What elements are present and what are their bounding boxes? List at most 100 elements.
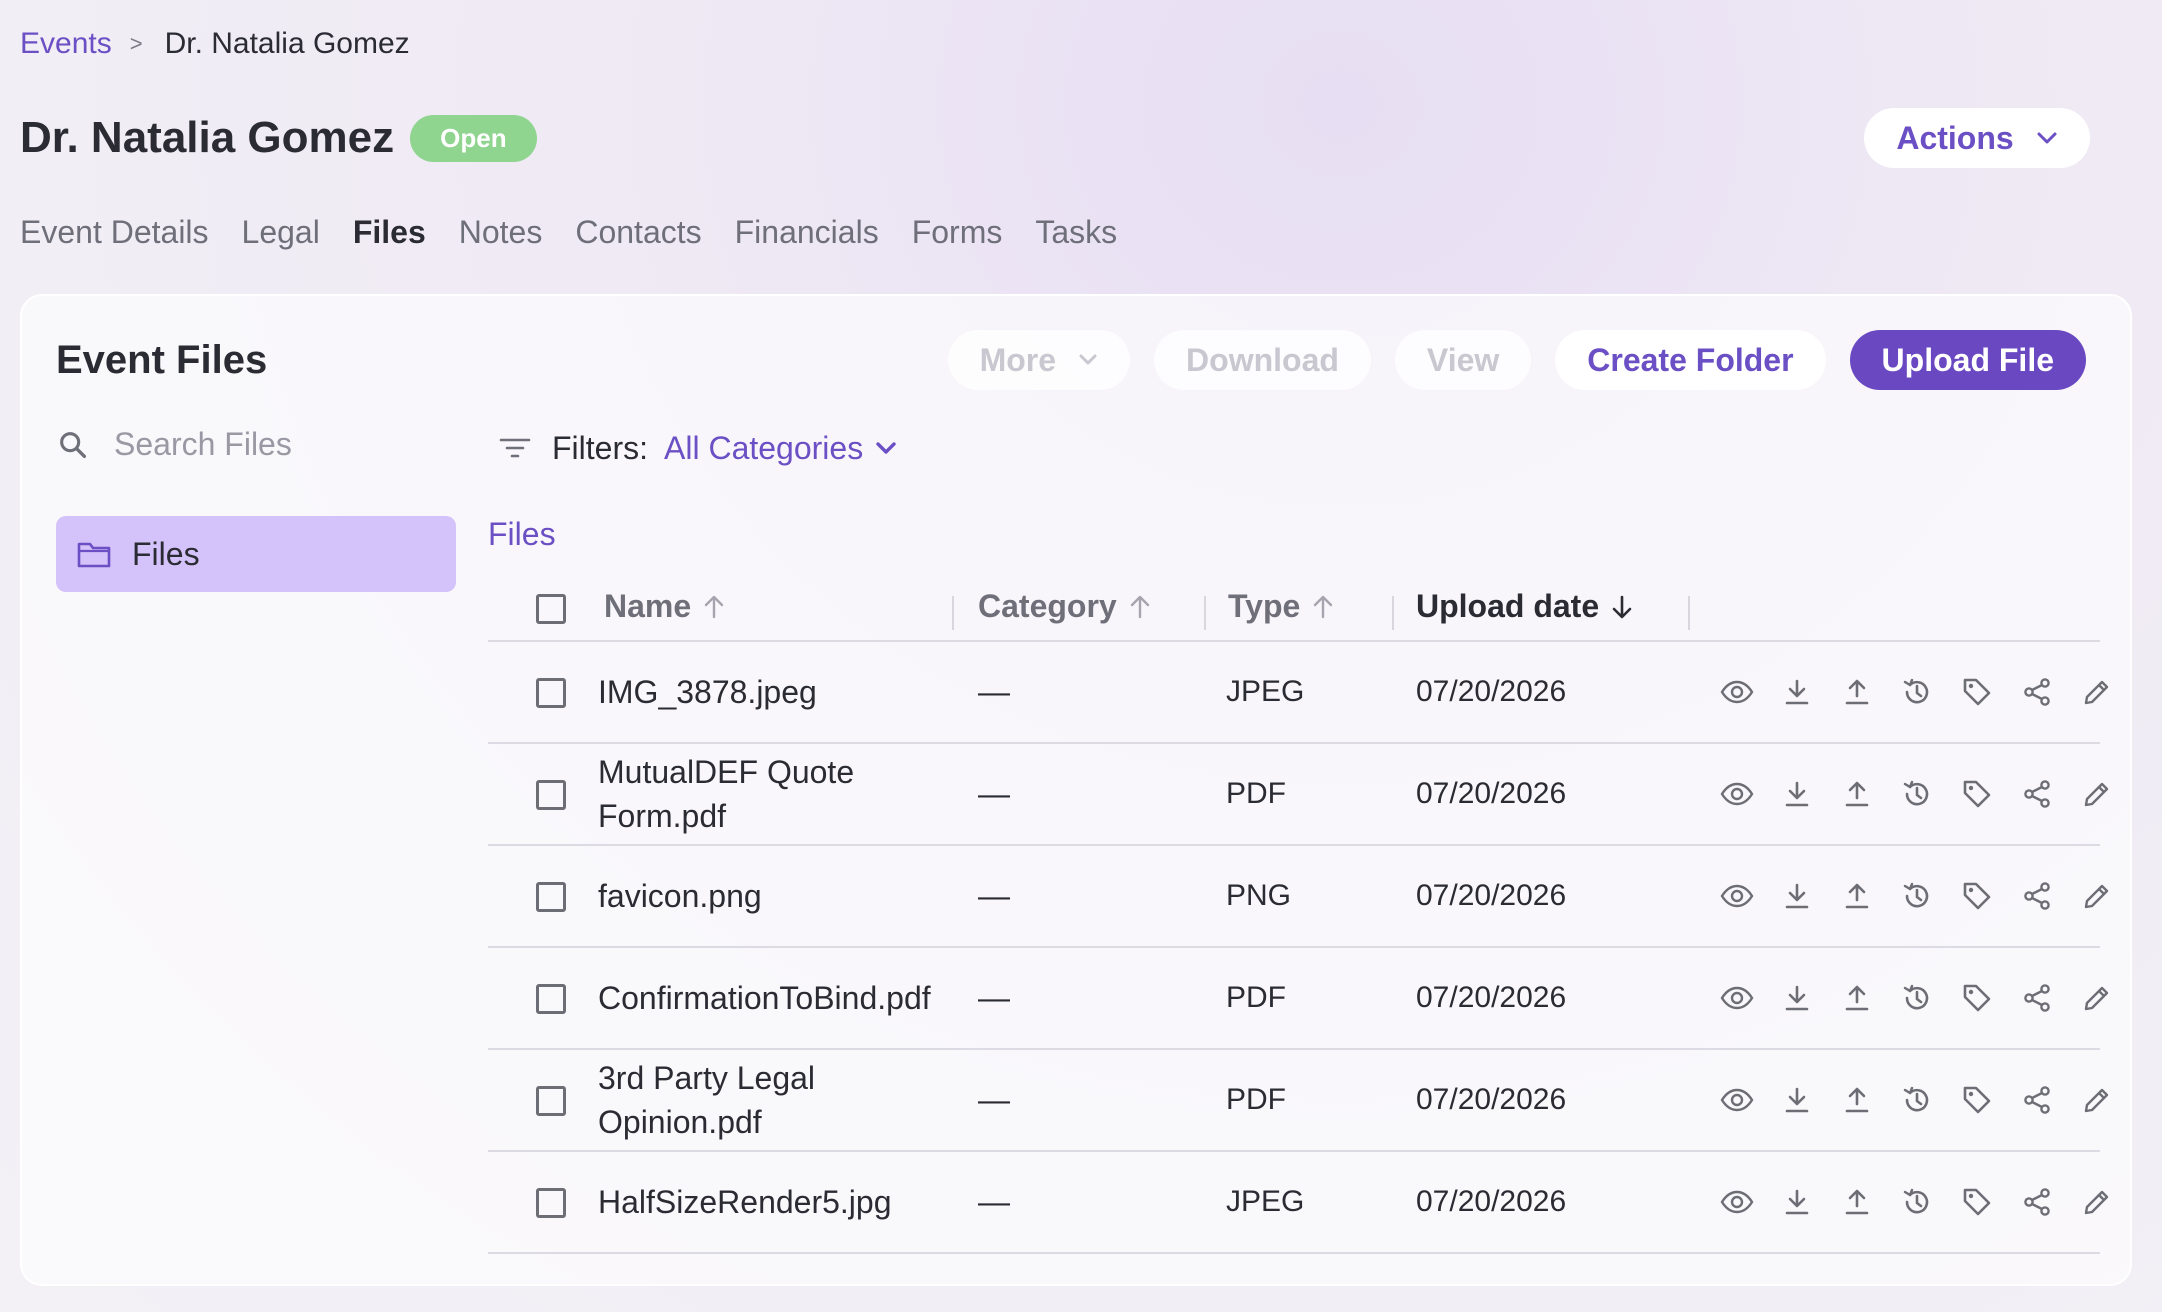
share-icon[interactable] [2020,879,2054,913]
eye-icon[interactable] [1720,777,1754,811]
upload-icon[interactable] [1840,1185,1874,1219]
column-type-label: Type [1228,588,1301,624]
eye-icon[interactable] [1720,1083,1754,1117]
view-button[interactable]: View [1394,330,1532,390]
tab-legal[interactable]: Legal [242,214,320,251]
upload-icon[interactable] [1840,777,1874,811]
edit-icon[interactable] [2080,981,2114,1015]
column-divider[interactable] [952,596,954,630]
download-icon[interactable] [1780,879,1814,913]
column-header-category[interactable]: Category [978,588,1151,625]
actions-button[interactable]: Actions [1864,108,2090,168]
file-name[interactable]: MutualDEF Quote Form.pdf [598,750,938,838]
tab-bar: Event Details Legal Files Notes Contacts… [20,210,1117,254]
search-input[interactable] [114,426,414,463]
chevron-down-icon [875,441,897,455]
history-icon[interactable] [1900,777,1934,811]
tag-icon[interactable] [1960,1083,1994,1117]
share-icon[interactable] [2020,675,2054,709]
column-header-type[interactable]: Type [1228,588,1334,625]
table-row[interactable]: IMG_3878.jpeg — JPEG 07/20/2026 [488,642,2109,744]
row-checkbox[interactable] [536,1086,566,1116]
tag-icon[interactable] [1960,777,1994,811]
file-type: JPEG [1226,1185,1305,1218]
download-icon[interactable] [1780,675,1814,709]
download-button[interactable]: Download [1154,330,1371,390]
file-upload-date: 07/20/2026 [1416,981,1567,1014]
download-icon[interactable] [1780,1083,1814,1117]
table-row[interactable]: MutualDEF Quote Form.pdf — PDF 07/20/202… [488,744,2109,846]
file-name[interactable]: HalfSizeRender5.jpg [598,1180,938,1224]
eye-icon[interactable] [1720,981,1754,1015]
eye-icon[interactable] [1720,1185,1754,1219]
eye-icon[interactable] [1720,879,1754,913]
share-icon[interactable] [2020,1185,2054,1219]
tab-event-details[interactable]: Event Details [20,214,209,251]
file-category: — [978,1081,1010,1118]
history-icon[interactable] [1900,879,1934,913]
category-filter-dropdown[interactable]: All Categories [664,430,897,467]
tab-forms[interactable]: Forms [912,214,1003,251]
history-icon[interactable] [1900,1185,1934,1219]
tab-files[interactable]: Files [353,214,426,251]
more-button[interactable]: More [947,330,1131,390]
edit-icon[interactable] [2080,1083,2114,1117]
edit-icon[interactable] [2080,675,2114,709]
column-divider[interactable] [1392,596,1394,630]
select-all-checkbox[interactable] [536,594,566,624]
column-divider[interactable] [1688,596,1690,630]
tab-financials[interactable]: Financials [735,214,879,251]
create-folder-button[interactable]: Create Folder [1555,330,1826,390]
edit-icon[interactable] [2080,777,2114,811]
column-header-name[interactable]: Name [604,588,725,625]
row-checkbox[interactable] [536,984,566,1014]
file-name[interactable]: IMG_3878.jpeg [598,670,938,714]
upload-icon[interactable] [1840,981,1874,1015]
folder-icon [76,539,112,569]
file-name[interactable]: ConfirmationToBind.pdf [598,976,938,1020]
column-header-upload-date[interactable]: Upload date [1416,588,1633,625]
download-icon[interactable] [1780,1185,1814,1219]
tag-icon[interactable] [1960,981,1994,1015]
upload-icon[interactable] [1840,879,1874,913]
file-category: — [978,1183,1010,1220]
edit-icon[interactable] [2080,879,2114,913]
share-icon[interactable] [2020,981,2054,1015]
file-type: PDF [1226,777,1286,810]
folder-item-files[interactable]: Files [56,516,456,592]
table-row[interactable]: HalfSizeRender5.jpg — JPEG 07/20/2026 [488,1152,2109,1254]
share-icon[interactable] [2020,777,2054,811]
history-icon[interactable] [1900,675,1934,709]
row-checkbox[interactable] [536,678,566,708]
upload-file-button[interactable]: Upload File [1849,330,2086,390]
edit-icon[interactable] [2080,1185,2114,1219]
column-divider[interactable] [1204,596,1206,630]
table-row[interactable]: favicon.png — PNG 07/20/2026 [488,846,2109,948]
file-name[interactable]: 3rd Party Legal Opinion.pdf [598,1056,938,1144]
upload-icon[interactable] [1840,1083,1874,1117]
row-checkbox[interactable] [536,882,566,912]
upload-icon[interactable] [1840,675,1874,709]
row-actions [1720,675,2114,709]
tag-icon[interactable] [1960,675,1994,709]
table-row[interactable]: 3rd Party Legal Opinion.pdf — PDF 07/20/… [488,1050,2109,1152]
tab-notes[interactable]: Notes [459,214,543,251]
file-name[interactable]: favicon.png [598,874,938,918]
eye-icon[interactable] [1720,675,1754,709]
row-checkbox[interactable] [536,780,566,810]
breadcrumb-events-link[interactable]: Events [20,27,112,61]
download-icon[interactable] [1780,777,1814,811]
table-row[interactable]: ConfirmationToBind.pdf — PDF 07/20/2026 [488,948,2109,1050]
history-icon[interactable] [1900,981,1934,1015]
tab-contacts[interactable]: Contacts [575,214,701,251]
file-upload-date: 07/20/2026 [1416,879,1567,912]
download-icon[interactable] [1780,981,1814,1015]
tab-tasks[interactable]: Tasks [1035,214,1117,251]
tag-icon[interactable] [1960,1185,1994,1219]
share-icon[interactable] [2020,1083,2054,1117]
history-icon[interactable] [1900,1083,1934,1117]
breadcrumb: Events > Dr. Natalia Gomez [20,24,410,64]
tag-icon[interactable] [1960,879,1994,913]
row-actions [1720,981,2114,1015]
row-checkbox[interactable] [536,1188,566,1218]
